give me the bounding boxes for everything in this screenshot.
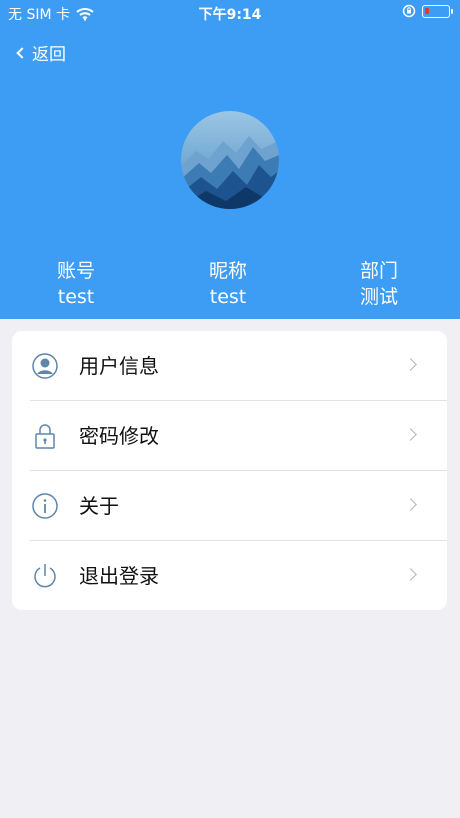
settings-menu-card: 用户信息 密码修改 关于 退出登录 xyxy=(12,331,447,610)
nickname-value: test xyxy=(209,286,247,308)
user-icon xyxy=(32,353,58,379)
chevron-left-icon xyxy=(16,46,28,59)
chevron-right-icon xyxy=(404,358,417,371)
account-field: 账号 test xyxy=(16,258,136,310)
department-field: 部门 测试 xyxy=(319,258,439,310)
status-right xyxy=(402,4,453,18)
mountain-avatar-image xyxy=(181,111,279,209)
menu-item-about[interactable]: 关于 xyxy=(12,471,447,541)
profile-info-row: 账号 test 昵称 test 部门 测试 xyxy=(0,258,460,312)
avatar[interactable] xyxy=(181,111,279,209)
department-label: 部门 xyxy=(359,260,398,282)
chevron-right-icon xyxy=(404,498,417,511)
menu-label: 关于 xyxy=(79,494,119,518)
nickname-field: 昵称 test xyxy=(168,258,288,310)
battery-level xyxy=(425,7,429,14)
lock-icon xyxy=(35,424,55,449)
menu-label: 密码修改 xyxy=(79,424,159,448)
power-icon xyxy=(34,564,56,588)
menu-item-logout[interactable]: 退出登录 xyxy=(12,541,447,610)
profile-header: 无 SIM 卡 下午9:14 返回 账号 test 昵称 test 部门 测试 xyxy=(0,0,460,319)
department-value: 测试 xyxy=(359,286,398,308)
rotation-lock-icon xyxy=(402,4,416,18)
status-time: 下午9:14 xyxy=(198,7,262,23)
status-bar: 无 SIM 卡 下午9:14 xyxy=(0,0,460,26)
chevron-right-icon xyxy=(404,568,417,581)
battery-icon xyxy=(422,4,453,18)
menu-item-change-password[interactable]: 密码修改 xyxy=(12,401,447,471)
menu-label: 用户信息 xyxy=(79,354,159,378)
account-value: test xyxy=(57,286,95,308)
account-label: 账号 xyxy=(56,260,95,282)
back-label: 返回 xyxy=(32,45,66,65)
menu-label: 退出登录 xyxy=(79,564,159,588)
back-button[interactable]: 返回 xyxy=(14,40,66,65)
chevron-right-icon xyxy=(404,428,417,441)
info-icon xyxy=(32,493,58,519)
nickname-label: 昵称 xyxy=(208,260,247,282)
menu-item-user-info[interactable]: 用户信息 xyxy=(12,331,447,401)
